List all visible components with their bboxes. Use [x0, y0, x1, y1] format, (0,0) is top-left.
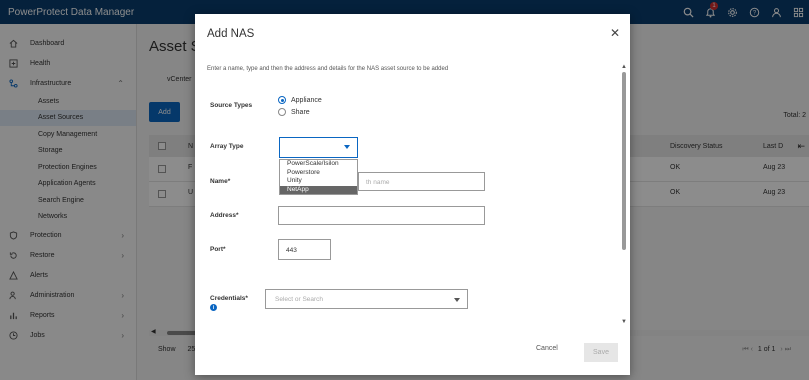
- radio-label: Appliance: [291, 96, 322, 104]
- cancel-button[interactable]: Cancel: [536, 345, 558, 352]
- array-type-dropdown: PowerScale/Isilon Powerstore Unity NetAp…: [279, 159, 358, 195]
- scroll-down-arrow-icon[interactable]: ▼: [621, 319, 627, 325]
- dialog-vertical-scrollbar[interactable]: ▲ ▼: [620, 60, 628, 330]
- dropdown-option-powerstore[interactable]: Powerstore: [280, 169, 357, 178]
- address-input[interactable]: [278, 206, 485, 225]
- add-nas-dialog: Add NAS ✕ Enter a name, type and then th…: [195, 14, 630, 375]
- name-label: Name*: [210, 178, 231, 185]
- radio-unselected-icon: [278, 108, 286, 116]
- save-button[interactable]: Save: [584, 343, 618, 362]
- dropdown-option-powerscale[interactable]: PowerScale/Isilon: [280, 160, 357, 169]
- name-placeholder: th name: [366, 179, 390, 186]
- close-icon[interactable]: ✕: [610, 26, 620, 40]
- port-value: 443: [286, 247, 297, 254]
- radio-label: Share: [291, 108, 310, 116]
- radio-appliance[interactable]: Appliance: [278, 96, 322, 104]
- radio-selected-icon: [278, 96, 286, 104]
- dropdown-option-unity[interactable]: Unity: [280, 177, 357, 186]
- array-type-label: Array Type: [210, 143, 244, 150]
- scrollbar-thumb[interactable]: [622, 72, 626, 250]
- dropdown-option-netapp[interactable]: NetApp: [280, 185, 357, 194]
- scroll-up-arrow-icon[interactable]: ▲: [621, 64, 627, 70]
- credentials-label: Credentials*: [210, 295, 248, 302]
- credentials-placeholder: Select or Search: [275, 296, 324, 303]
- credentials-select[interactable]: Select or Search: [265, 289, 468, 309]
- chevron-down-icon: [454, 298, 460, 302]
- port-input[interactable]: 443: [278, 239, 331, 260]
- name-input[interactable]: th name: [358, 172, 485, 191]
- address-label: Address*: [210, 212, 239, 219]
- radio-share[interactable]: Share: [278, 108, 310, 116]
- info-icon[interactable]: i: [210, 304, 217, 311]
- chevron-down-icon: [344, 145, 350, 149]
- dialog-description: Enter a name, type and then the address …: [207, 66, 449, 72]
- port-label: Port*: [210, 246, 226, 253]
- dialog-title: Add NAS: [207, 28, 255, 40]
- array-type-select[interactable]: [279, 137, 358, 158]
- source-types-label: Source Types: [210, 102, 253, 109]
